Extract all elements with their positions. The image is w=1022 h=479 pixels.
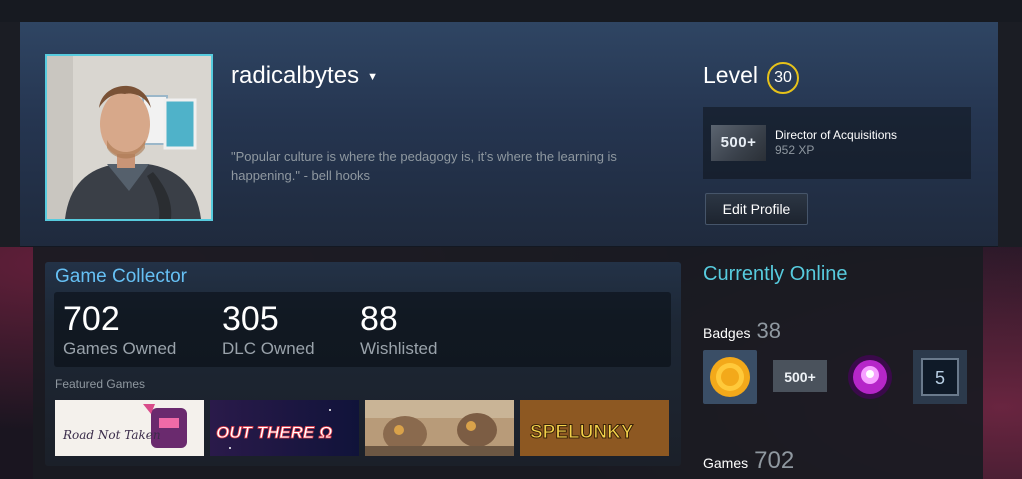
purple-orb-badge-icon[interactable] (843, 350, 897, 404)
stat-value: 88 (360, 300, 398, 338)
profile-avatar[interactable] (45, 54, 213, 221)
games-count: 702 (754, 447, 795, 474)
featured-badge-xp: 952 XP (775, 143, 815, 157)
collector-stats: 702 Games Owned 305 DLC Owned 88 Wishlis… (54, 292, 671, 367)
stat-games-owned[interactable]: 702 Games Owned (63, 300, 176, 359)
gold-coin-badge-icon[interactable] (703, 350, 757, 404)
featured-game-out-there[interactable]: OUT THERE Ω (210, 400, 359, 456)
500-plus-badge-icon: 500+ (711, 125, 766, 161)
online-status: Currently Online (703, 263, 848, 285)
edit-profile-button[interactable]: Edit Profile (705, 193, 808, 225)
games-link[interactable]: Games 702 (703, 447, 794, 475)
badges-label-text: Badges (703, 325, 751, 341)
stat-dlc-owned[interactable]: 305 DLC Owned (222, 300, 315, 359)
featured-game-spelunky[interactable]: SPELUNKY (520, 400, 669, 456)
games-label-text: Games (703, 455, 749, 471)
game-art-text: OUT THERE Ω (216, 423, 332, 442)
showcase-title: Game Collector (55, 266, 187, 287)
500-plus-badge-icon[interactable]: 500+ (773, 350, 827, 404)
stat-value: 305 (222, 300, 279, 338)
game-collector-showcase: Game Collector 702 Games Owned 305 DLC O… (45, 262, 681, 466)
level-badge[interactable]: 30 (767, 62, 799, 94)
top-nav-bar (0, 0, 1022, 22)
badge-text: 500+ (784, 369, 816, 385)
page-margin-left (0, 22, 20, 247)
badges-link[interactable]: Badges 38 (703, 318, 781, 344)
featured-game-third[interactable] (365, 400, 514, 456)
game-art-text: Road Not Taken (62, 428, 161, 442)
profile-username[interactable]: radicalbytes ▼ (231, 62, 378, 90)
stat-label: Games Owned (63, 339, 177, 358)
page-margin-right (998, 22, 1022, 247)
stat-label: Wishlisted (360, 339, 438, 358)
profile-summary: "Popular culture is where the pedagogy i… (231, 149, 617, 183)
featured-badge[interactable]: 500+ Director of Acquisitions 952 XP (703, 107, 971, 179)
profile-header: radicalbytes ▼ "Popular culture is where … (20, 22, 998, 247)
game-art-text: SPELUNKY (530, 422, 634, 443)
level-label: Level (703, 62, 758, 88)
badges-count: 38 (756, 318, 781, 343)
username-text: radicalbytes (231, 62, 360, 89)
featured-game-road-not-taken[interactable]: Road Not Taken (55, 400, 204, 456)
stat-value: 702 (63, 300, 120, 338)
stat-label: DLC Owned (222, 339, 315, 358)
featured-games-label: Featured Games (55, 377, 146, 391)
chevron-down-icon[interactable]: ▼ (367, 71, 378, 83)
badge-text: 5 (935, 368, 945, 388)
years-of-service-badge-icon[interactable]: 5 (913, 350, 967, 404)
stat-wishlisted[interactable]: 88 Wishlisted (360, 300, 437, 359)
featured-badge-title: Director of Acquisitions (775, 128, 898, 142)
